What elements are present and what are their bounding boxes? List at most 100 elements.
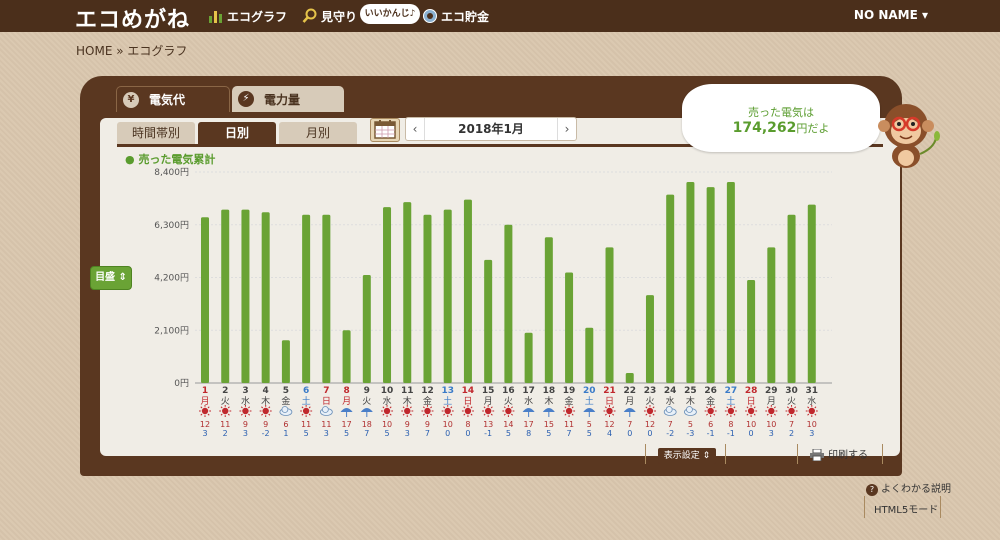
sun-icon <box>444 407 451 415</box>
x-tick-day: 14 <box>462 386 475 396</box>
sun-icon <box>788 407 795 415</box>
cloud-puff <box>321 406 329 413</box>
x-tick-day: 20 <box>583 386 596 396</box>
calendar-button[interactable] <box>370 118 400 142</box>
temp-low-label: 7 <box>425 429 430 438</box>
temp-low-label: -3 <box>686 429 694 438</box>
sun-ray <box>814 413 817 416</box>
bubble-amount: 174,262円だよ <box>682 120 880 136</box>
sun-ray <box>604 413 607 416</box>
nav-eco-savings[interactable]: エコ貯金 <box>422 6 489 26</box>
umbrella-icon <box>522 408 535 412</box>
tab-electricity-cost[interactable]: ¥ 電気代 <box>116 86 230 112</box>
bar <box>322 214 331 383</box>
x-tick-day: 4 <box>263 386 269 396</box>
current-month-label: 2018年1月 <box>424 118 558 140</box>
x-tick-day: 16 <box>502 386 515 396</box>
x-tick-day: 6 <box>303 386 309 396</box>
temp-low-label: 2 <box>223 429 228 438</box>
temp-low-label: -2 <box>262 429 270 438</box>
sun-ray <box>463 413 466 416</box>
bar <box>443 209 452 383</box>
bar <box>686 182 695 383</box>
html5-mode-link[interactable]: HTML5モード <box>874 501 938 516</box>
bar-chart-icon <box>209 11 222 23</box>
x-tick-day: 26 <box>704 386 717 396</box>
bar <box>201 217 209 383</box>
temp-high-label: 7 <box>627 420 632 429</box>
sun-ray <box>807 413 810 416</box>
temp-high-label: 12 <box>200 420 210 429</box>
x-tick-day: 15 <box>482 386 495 396</box>
sun-ray <box>511 413 513 416</box>
bubble-amount-value: 174,262 <box>732 120 797 136</box>
x-tick-weekday: 水 <box>524 395 533 407</box>
temp-low-label: 1 <box>283 429 288 438</box>
temp-low-label: 5 <box>344 429 349 438</box>
user-menu[interactable]: NO NAME ▾ <box>854 8 928 22</box>
printer-icon <box>810 448 824 462</box>
sold-electricity-bubble: 売った電気は 174,262円だよ <box>682 84 880 152</box>
x-tick-weekday: 木 <box>544 395 553 407</box>
temp-high-label: 18 <box>362 420 372 429</box>
temp-low-label: 0 <box>445 429 450 438</box>
sun-icon <box>242 407 249 415</box>
prev-month-button[interactable]: ‹ <box>406 118 424 140</box>
temp-high-label: 17 <box>524 420 534 429</box>
y-tick-label: 2,100円 <box>154 325 189 336</box>
bar <box>747 280 756 383</box>
sun-icon <box>201 407 209 415</box>
temp-low-label: 3 <box>405 429 410 438</box>
display-settings-button[interactable]: 表示設定 ⇕ <box>658 448 716 464</box>
sun-ray <box>409 413 412 416</box>
temp-low-label: 3 <box>809 429 814 438</box>
bar <box>261 212 270 383</box>
help-link[interactable]: ? よくわかる説明 <box>866 480 951 496</box>
x-tick-day: 21 <box>603 386 616 396</box>
print-button[interactable]: 印刷する <box>810 446 868 462</box>
temp-low-label: -2 <box>666 429 674 438</box>
sun-ray <box>240 413 243 416</box>
nav-eco-graph[interactable]: エコグラフ <box>208 6 287 26</box>
nav-mimamori[interactable]: 見守り <box>302 6 357 26</box>
sun-ray <box>766 413 769 416</box>
sun-ray <box>248 413 251 416</box>
y-tick-label: 8,400円 <box>154 167 189 178</box>
tab-hourly[interactable]: 時間帯別 <box>117 122 195 144</box>
sun-icon <box>646 407 654 415</box>
bar <box>585 327 594 383</box>
x-tick-day: 22 <box>623 386 636 396</box>
temp-high-label: 9 <box>425 420 430 429</box>
sun-ray <box>483 413 486 416</box>
temp-high-label: 12 <box>604 420 614 429</box>
sun-ray <box>733 413 736 416</box>
x-tick-weekday: 水 <box>666 395 675 407</box>
sun-ray <box>746 413 749 416</box>
bar <box>666 194 675 383</box>
x-tick-weekday: 月 <box>625 396 634 407</box>
scale-toggle-button[interactable]: 目盛 ⇕ <box>90 266 132 290</box>
sun-icon <box>747 407 755 415</box>
tab-monthly[interactable]: 月別 <box>279 122 357 144</box>
umbrella-icon <box>360 408 373 412</box>
tab-daily[interactable]: 日別 <box>198 122 276 144</box>
daily-bar-chart: 0円2,100円4,200円6,300円8,400円1月1232火1123水93… <box>154 167 832 438</box>
divider <box>797 444 798 464</box>
temp-high-label: 15 <box>544 420 554 429</box>
app-logo[interactable]: エコめがね <box>75 2 190 34</box>
x-tick-day: 17 <box>522 386 535 396</box>
temp-low-label: 5 <box>506 429 511 438</box>
temp-low-label: 3 <box>769 429 774 438</box>
sun-ray <box>713 413 716 416</box>
question-icon: ? <box>866 484 878 496</box>
temp-low-label: 5 <box>546 429 551 438</box>
temp-low-label: 7 <box>364 429 369 438</box>
next-month-button[interactable]: › <box>558 118 576 140</box>
temp-high-label: 13 <box>483 420 493 429</box>
coin-icon <box>423 9 437 23</box>
sun-icon <box>484 407 492 415</box>
sun-ray <box>382 413 385 416</box>
sun-ray <box>773 413 776 416</box>
tab-electricity-amount[interactable]: ⚡ 電力量 <box>232 86 344 112</box>
sun-ray <box>786 413 789 416</box>
